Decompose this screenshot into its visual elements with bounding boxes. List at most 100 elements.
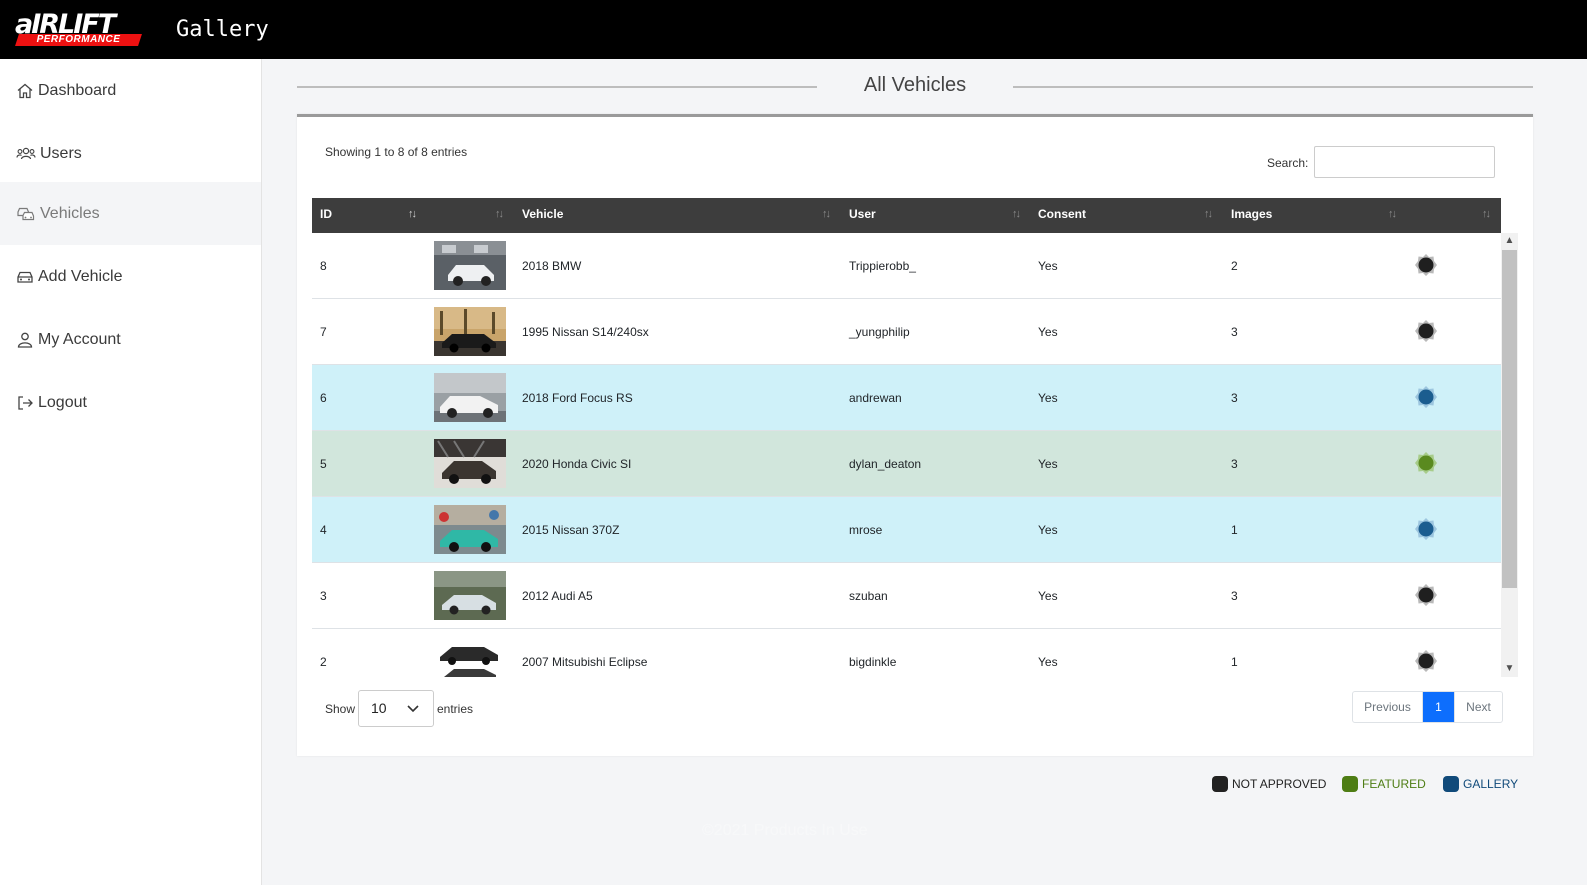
page-length-select[interactable]: 10 xyxy=(358,690,434,727)
vehicle-thumbnail[interactable] xyxy=(434,307,506,356)
logout-icon xyxy=(18,395,33,410)
sidebar-item-label: Dashboard xyxy=(38,81,117,99)
vehicle-thumbnail[interactable] xyxy=(434,637,506,677)
footer-copyright: ©2021 Products In Use xyxy=(702,822,868,839)
table-row[interactable]: 5 2020 Honda Civic SI dylan_deaton Yes 3 xyxy=(312,431,1501,497)
sidebar-item-label: Vehicles xyxy=(40,204,100,222)
column-header-consent[interactable]: Consent xyxy=(1030,198,1223,233)
sidebar-item-users[interactable]: Users xyxy=(0,122,261,185)
logo-subtitle: PERFORMANCE xyxy=(36,34,121,45)
legend-swatch xyxy=(1443,776,1459,792)
table-row[interactable]: 8 2018 BMW Trippierobb_ Yes 2 xyxy=(312,233,1501,299)
vehicle-thumbnail[interactable] xyxy=(434,571,506,620)
sidebar-item-label: Add Vehicle xyxy=(38,267,123,285)
sort-icon[interactable]: ↑↓ xyxy=(1482,208,1491,220)
sidebar-item-add-vehicle[interactable]: Add Vehicle xyxy=(0,245,261,308)
cell-consent: Yes xyxy=(1038,523,1058,537)
cell-vehicle: 2012 Audi A5 xyxy=(522,589,593,603)
cell-user: dylan_deaton xyxy=(849,457,922,471)
airlift-logo[interactable]: aIRLIFT PERFORMANCE xyxy=(15,11,145,48)
next-page-button[interactable]: Next xyxy=(1454,692,1502,722)
legend-swatch xyxy=(1342,776,1358,792)
sort-icon[interactable]: ↑↓ xyxy=(1012,208,1021,220)
column-header-vehicle[interactable]: Vehicle xyxy=(514,198,841,233)
logo-subtitle-band: PERFORMANCE xyxy=(15,34,142,46)
vehicle-thumbnail[interactable] xyxy=(434,373,506,422)
cell-vehicle: 2015 Nissan 370Z xyxy=(522,523,620,537)
page-length-value: 10 xyxy=(371,700,387,716)
status-badge-icon[interactable] xyxy=(1414,319,1438,343)
column-header-label: User xyxy=(849,207,876,221)
legend-not-approved: NOT APPROVED xyxy=(1212,776,1326,792)
table-row[interactable]: 7 1995 Nissan S14/240sx _yungphilip Yes … xyxy=(312,299,1501,365)
legend-gallery: GALLERY xyxy=(1443,776,1518,792)
sidebar-item-my-account[interactable]: My Account xyxy=(0,308,261,371)
page-title: All Vehicles xyxy=(863,74,967,96)
legend-swatch xyxy=(1212,776,1228,792)
show-label: Show xyxy=(325,702,356,716)
table-row[interactable]: 4 2015 Nissan 370Z mrose Yes 1 xyxy=(312,497,1501,563)
users-icon xyxy=(16,147,36,159)
search-input[interactable] xyxy=(1314,146,1495,178)
previous-page-button[interactable]: Previous xyxy=(1353,692,1423,722)
table-row[interactable]: 2 2007 Mitsubishi Eclipse bigdinkle Yes … xyxy=(312,629,1501,677)
scroll-up-arrow-icon[interactable]: ▲ xyxy=(1502,233,1517,249)
sidebar-item-label: My Account xyxy=(38,330,121,348)
status-badge-icon[interactable] xyxy=(1414,253,1438,277)
status-badge-icon[interactable] xyxy=(1414,583,1438,607)
cell-id: 7 xyxy=(320,325,327,339)
sort-desc-icon[interactable]: ↑↓ xyxy=(408,208,417,220)
sidebar-item-label: Users xyxy=(40,144,82,162)
pagination: Previous 1 Next xyxy=(1352,691,1503,723)
vehicle-thumbnail[interactable] xyxy=(434,505,506,554)
table-row[interactable]: 6 2018 Ford Focus RS andrewan Yes 3 xyxy=(312,365,1501,431)
cell-consent: Yes xyxy=(1038,391,1058,405)
app-title: Gallery xyxy=(176,17,269,42)
page-1-button[interactable]: 1 xyxy=(1423,692,1454,722)
sidebar-item-vehicles[interactable]: Vehicles xyxy=(0,182,261,245)
status-badge-icon[interactable] xyxy=(1414,385,1438,409)
cell-images: 3 xyxy=(1231,457,1238,471)
search-label: Search: xyxy=(1267,156,1309,170)
scrollbar-thumb[interactable] xyxy=(1502,250,1517,588)
sort-icon[interactable]: ↑↓ xyxy=(495,208,504,220)
car-icon xyxy=(17,271,33,283)
column-header-images[interactable]: Images xyxy=(1223,198,1403,233)
column-header-label: ID xyxy=(320,207,332,221)
cell-consent: Yes xyxy=(1038,589,1058,603)
sort-icon[interactable]: ↑↓ xyxy=(1204,208,1213,220)
column-header-label: Vehicle xyxy=(522,207,564,221)
table-header: ID ↑↓ ↑↓ Vehicle ↑↓ User ↑↓ Consent ↑↓ I… xyxy=(312,198,1501,233)
cell-consent: Yes xyxy=(1038,655,1058,669)
table-row[interactable]: 3 2012 Audi A5 szuban Yes 3 xyxy=(312,563,1501,629)
status-badge-icon[interactable] xyxy=(1414,451,1438,475)
cars-icon xyxy=(17,207,35,220)
legend-label: FEATURED xyxy=(1362,777,1426,791)
scroll-down-arrow-icon[interactable]: ▼ xyxy=(1502,661,1517,677)
cell-vehicle: 2018 BMW xyxy=(522,259,582,273)
title-rule-right xyxy=(1013,86,1533,88)
cell-user: Trippierobb_ xyxy=(849,259,916,273)
vehicle-thumbnail[interactable] xyxy=(434,439,506,488)
table-body: 8 2018 BMW Trippierobb_ Yes 2 7 1995 Nis… xyxy=(312,233,1501,677)
column-header-user[interactable]: User xyxy=(841,198,1031,233)
cell-consent: Yes xyxy=(1038,325,1058,339)
cell-images: 1 xyxy=(1231,523,1238,537)
top-bar: aIRLIFT PERFORMANCE Gallery xyxy=(0,0,1587,59)
sidebar-item-dashboard[interactable]: Dashboard xyxy=(0,59,261,122)
cell-vehicle: 2018 Ford Focus RS xyxy=(522,391,633,405)
legend-label: GALLERY xyxy=(1463,777,1519,791)
sort-icon[interactable]: ↑↓ xyxy=(1388,208,1397,220)
table-info: Showing 1 to 8 of 8 entries xyxy=(325,145,468,159)
chevron-down-icon xyxy=(407,691,419,739)
status-badge-icon[interactable] xyxy=(1414,649,1438,673)
cell-images: 3 xyxy=(1231,325,1238,339)
cell-id: 4 xyxy=(320,523,327,537)
vehicle-thumbnail[interactable] xyxy=(434,241,506,290)
sidebar-item-logout[interactable]: Logout xyxy=(0,371,261,434)
status-badge-icon[interactable] xyxy=(1414,517,1438,541)
sort-icon[interactable]: ↑↓ xyxy=(822,208,831,220)
legend-featured: FEATURED xyxy=(1342,776,1426,792)
column-header-label: Images xyxy=(1231,207,1273,221)
cell-images: 3 xyxy=(1231,391,1238,405)
